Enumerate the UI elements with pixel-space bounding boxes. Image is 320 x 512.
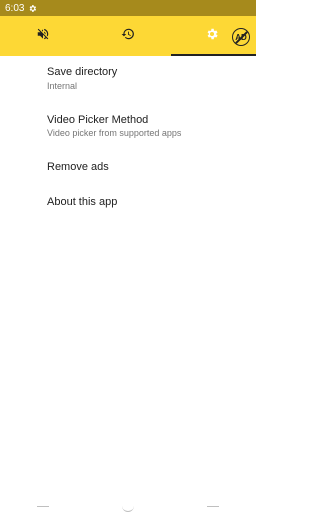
remove-ads-button[interactable]: AD xyxy=(232,28,250,46)
tab-bar: AD xyxy=(0,16,256,56)
setting-remove-ads[interactable]: Remove ads xyxy=(0,152,256,186)
setting-about-this-app[interactable]: About this app xyxy=(0,186,256,220)
status-time: 6:03 xyxy=(5,2,25,14)
setting-video-picker-method[interactable]: Video Picker Method Video picker from su… xyxy=(0,102,256,152)
home-button[interactable] xyxy=(121,506,134,512)
setting-title: Remove ads xyxy=(47,161,109,173)
setting-summary: Video picker from supported apps xyxy=(47,128,182,138)
status-bar: 6:03 xyxy=(0,0,256,16)
volume-off-icon xyxy=(36,27,50,46)
recents-button[interactable] xyxy=(207,506,220,512)
setting-title: Video Picker Method xyxy=(47,114,149,126)
history-icon xyxy=(121,27,135,46)
gear-icon xyxy=(205,27,219,46)
setting-title: About this app xyxy=(47,196,118,208)
setting-save-directory[interactable]: Save directory Internal xyxy=(0,56,256,102)
setting-summary: Internal xyxy=(47,81,78,91)
settings-gear-icon xyxy=(28,4,37,13)
navigation-bar xyxy=(0,498,256,512)
setting-title: Save directory xyxy=(47,66,118,78)
tab-volume-off[interactable] xyxy=(0,16,85,56)
tab-history[interactable] xyxy=(85,16,171,56)
back-button[interactable] xyxy=(36,506,49,512)
